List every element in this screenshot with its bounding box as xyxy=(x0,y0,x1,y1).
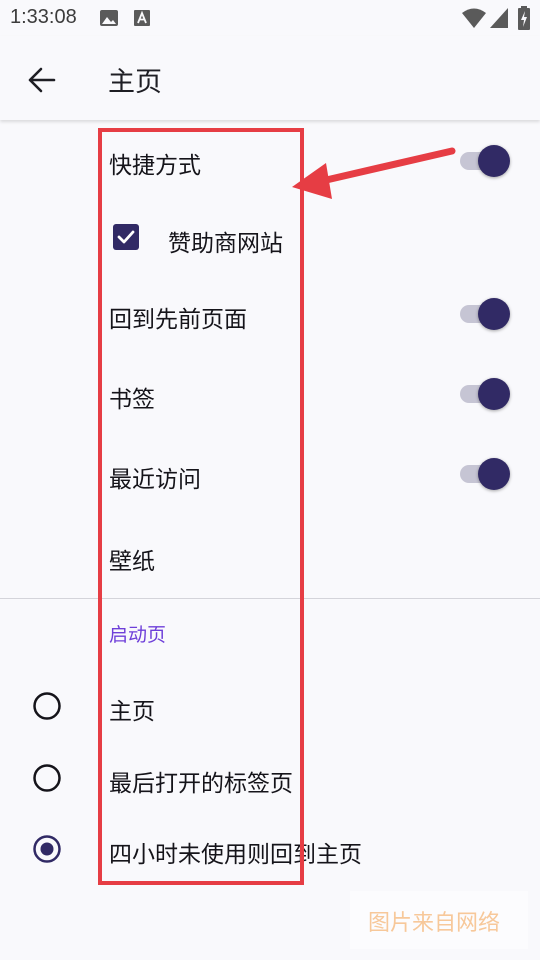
back-button[interactable] xyxy=(22,60,62,100)
switch-thumb xyxy=(478,378,510,410)
switch-thumb xyxy=(478,458,510,490)
a-box-icon xyxy=(134,10,150,26)
shortcuts-toggle[interactable] xyxy=(460,145,512,177)
radio-unselected-icon[interactable] xyxy=(32,763,62,793)
radio-selected-icon[interactable] xyxy=(32,834,62,864)
image-icon xyxy=(100,10,118,26)
bookmarks-toggle[interactable] xyxy=(460,378,512,410)
arrow-left-icon xyxy=(28,67,56,93)
switch-thumb xyxy=(478,298,510,330)
app-bar: 主页 xyxy=(0,36,540,120)
signal-icon xyxy=(490,8,508,28)
status-bar: 1:33:08 xyxy=(0,0,540,36)
page-title: 主页 xyxy=(108,67,162,98)
jump-back-in-toggle[interactable] xyxy=(460,298,512,330)
status-time: 1:33:08 xyxy=(10,6,77,28)
battery-charging-icon xyxy=(518,6,530,30)
watermark-text: 图片来自网络 xyxy=(368,911,501,936)
switch-thumb xyxy=(478,145,510,177)
radio-unselected-icon[interactable] xyxy=(32,691,62,721)
recent-toggle[interactable] xyxy=(460,458,512,490)
annotation-arrow-icon xyxy=(292,147,456,199)
annotation-highlight-box xyxy=(98,128,304,885)
watermark: 图片来自网络 xyxy=(350,891,528,949)
wifi-icon xyxy=(462,8,486,28)
